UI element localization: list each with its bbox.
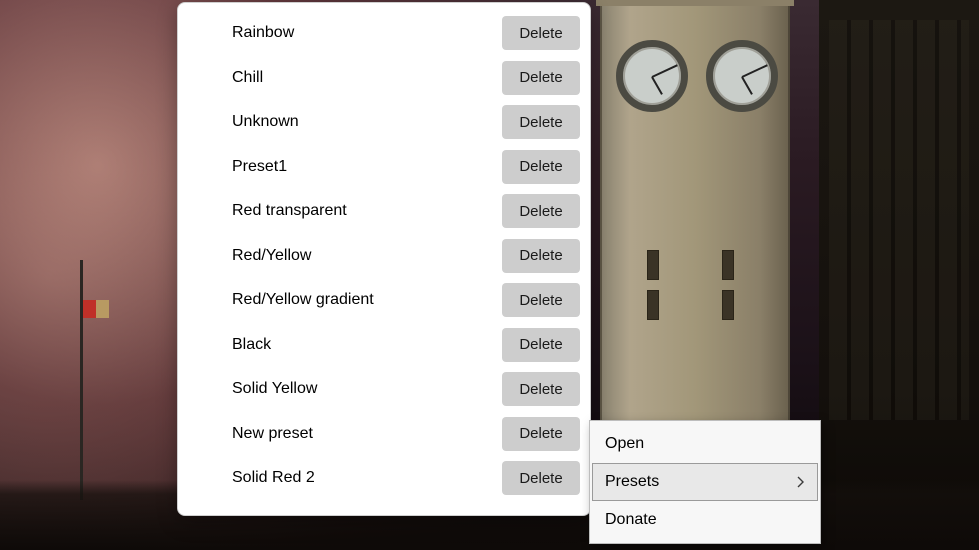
delete-button[interactable]: Delete (502, 194, 580, 228)
preset-row[interactable]: Solid Yellow Delete (178, 367, 590, 412)
clock-face-icon (616, 40, 688, 112)
wallpaper-detail (647, 290, 659, 320)
delete-button[interactable]: Delete (502, 150, 580, 184)
preset-list-panel: Rainbow Delete Chill Delete Unknown Dele… (177, 2, 591, 516)
preset-row[interactable]: Black Delete (178, 323, 590, 368)
preset-row[interactable]: Rainbow Delete (178, 11, 590, 56)
delete-button[interactable]: Delete (502, 105, 580, 139)
wallpaper-detail (647, 250, 659, 280)
preset-name-label: Rainbow (232, 24, 294, 42)
menu-item-donate[interactable]: Donate (593, 501, 817, 539)
menu-item-open[interactable]: Open (593, 425, 817, 463)
preset-name-label: Solid Yellow (232, 380, 317, 398)
preset-row[interactable]: Red/Yellow Delete (178, 234, 590, 279)
menu-item-presets[interactable]: Presets (592, 463, 818, 501)
wallpaper-flag (83, 300, 109, 318)
wallpaper-flagpole (80, 260, 83, 500)
preset-row[interactable]: Red transparent Delete (178, 189, 590, 234)
chevron-right-icon (797, 476, 805, 488)
preset-row[interactable]: Unknown Delete (178, 100, 590, 145)
delete-button[interactable]: Delete (502, 328, 580, 362)
preset-name-label: Red/Yellow (232, 247, 311, 265)
preset-name-label: Unknown (232, 113, 299, 131)
delete-button[interactable]: Delete (502, 417, 580, 451)
preset-row[interactable]: New preset Delete (178, 412, 590, 457)
delete-button[interactable]: Delete (502, 16, 580, 50)
preset-row[interactable]: Solid Red 2 Delete (178, 456, 590, 501)
delete-button[interactable]: Delete (502, 239, 580, 273)
delete-button[interactable]: Delete (502, 372, 580, 406)
menu-item-label: Donate (605, 511, 657, 529)
clock-face-icon (706, 40, 778, 112)
preset-name-label: New preset (232, 425, 313, 443)
preset-name-label: Preset1 (232, 158, 287, 176)
preset-name-label: Chill (232, 69, 263, 87)
tray-context-menu: Open Presets Donate (589, 420, 821, 544)
delete-button[interactable]: Delete (502, 461, 580, 495)
preset-name-label: Red/Yellow gradient (232, 291, 374, 309)
preset-row[interactable]: Chill Delete (178, 56, 590, 101)
wallpaper-detail (722, 290, 734, 320)
preset-row[interactable]: Preset1 Delete (178, 145, 590, 190)
menu-item-label: Presets (605, 473, 659, 491)
delete-button[interactable]: Delete (502, 61, 580, 95)
preset-row[interactable]: Red/Yellow gradient Delete (178, 278, 590, 323)
preset-name-label: Red transparent (232, 202, 347, 220)
wallpaper-detail (722, 250, 734, 280)
delete-button[interactable]: Delete (502, 283, 580, 317)
preset-name-label: Solid Red 2 (232, 469, 315, 487)
wallpaper-building (819, 0, 979, 550)
menu-item-label: Open (605, 435, 644, 453)
preset-name-label: Black (232, 336, 271, 354)
